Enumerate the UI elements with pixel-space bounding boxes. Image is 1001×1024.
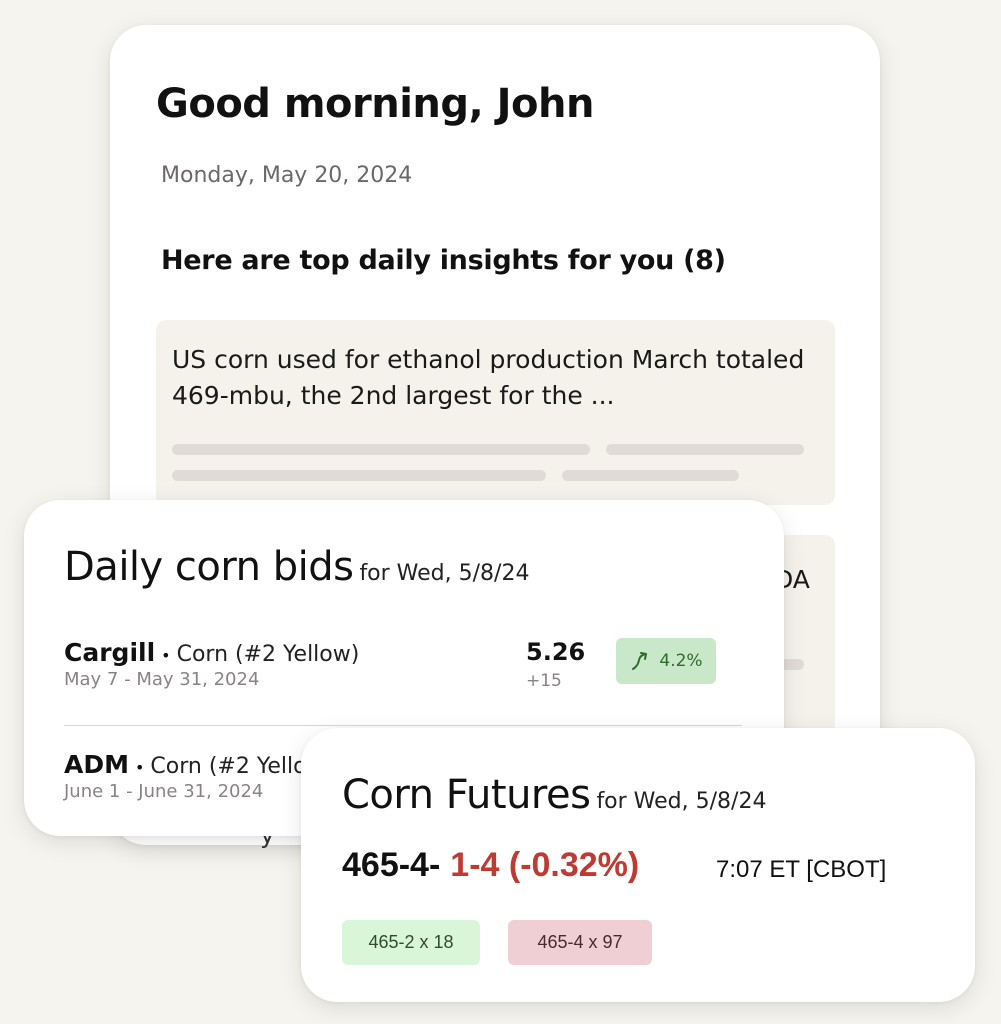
arrow-trend-up-icon (632, 652, 648, 670)
quote-time: 7:07 ET [CBOT] (716, 856, 887, 883)
insight-card[interactable]: US corn used for ethanol production Marc… (156, 320, 835, 505)
bids-subtitle: for Wed, 5/8/24 (359, 561, 530, 586)
bid-chip: 465-2 x 18 (342, 920, 480, 965)
greeting-date: Monday, May 20, 2024 (161, 163, 413, 188)
skeleton-line (172, 470, 546, 481)
bid-change: +15 (526, 671, 562, 691)
futures-title: Corn Futures (342, 772, 591, 818)
percent-change-value: 4.2% (659, 651, 703, 671)
buyer-name: ADM (64, 750, 129, 779)
insights-heading: Here are top daily insights for you (8) (161, 245, 726, 276)
greeting-title: Good morning, John (156, 81, 594, 127)
corn-futures-card: Corn Futures for Wed, 5/8/24 465-4- 1-4 (-… (301, 728, 975, 1002)
separator-dot: • (161, 646, 171, 665)
bid-price: 5.26 (526, 638, 586, 666)
futures-heading: Corn Futures for Wed, 5/8/24 (342, 772, 766, 818)
last-price: 465-4- (342, 846, 441, 884)
separator-dot: • (134, 758, 145, 777)
insight-text: US corn used for ethanol production Marc… (172, 345, 805, 410)
skeleton-line (172, 444, 590, 455)
bids-heading: Daily corn bids for Wed, 5/8/24 (64, 544, 529, 590)
price-change: 1-4 (-0.32%) (450, 846, 640, 884)
futures-quote: 465-4- 1-4 (-0.32%) (342, 846, 639, 885)
skeleton-line (562, 470, 739, 481)
futures-subtitle: for Wed, 5/8/24 (596, 789, 767, 814)
percent-change-badge: 4.2% (616, 638, 716, 684)
ask-chip: 465-4 x 97 (508, 920, 652, 965)
skeleton-line (606, 444, 804, 455)
buyer-name: Cargill (64, 638, 156, 667)
bid-row[interactable]: Cargill • Corn (#2 Yellow) May 7 - May 31,… (64, 638, 744, 691)
bids-title: Daily corn bids (64, 544, 354, 590)
product-name: Corn (#2 Yellow) (176, 642, 360, 667)
row-divider (64, 725, 742, 726)
